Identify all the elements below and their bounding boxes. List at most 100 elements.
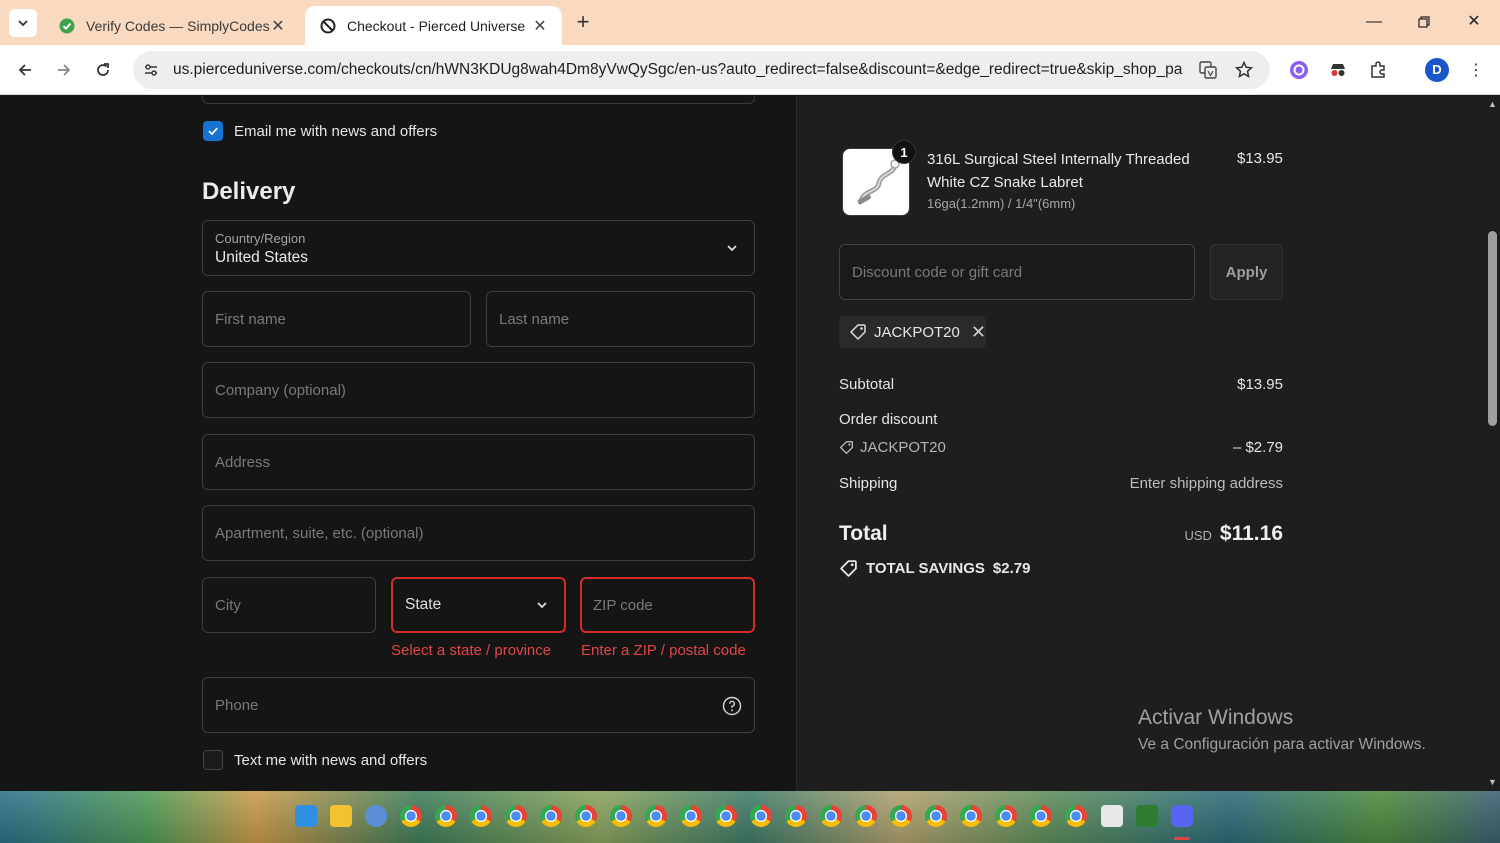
discount-code-row: JACKPOT20 xyxy=(839,439,946,456)
notepad-icon[interactable] xyxy=(1101,805,1123,827)
delivery-title: Delivery xyxy=(202,178,296,205)
windows-taskbar xyxy=(0,791,1500,843)
translate-icon[interactable] xyxy=(1198,60,1218,80)
tab-title: Verify Codes — SimplyCodes xyxy=(86,17,270,34)
profile-avatar[interactable]: D xyxy=(1425,58,1449,82)
discount-code-input[interactable]: Discount code or gift card xyxy=(839,244,1195,300)
country-label: Country/Region xyxy=(215,231,306,246)
extension-spy-icon[interactable] xyxy=(1325,57,1351,83)
chrome-icon[interactable] xyxy=(890,805,912,827)
zip-field[interactable]: ZIP code xyxy=(580,577,755,633)
bookmark-star-icon[interactable] xyxy=(1234,60,1254,80)
chrome-icon[interactable] xyxy=(505,805,527,827)
discount-code-text: JACKPOT20 xyxy=(860,439,946,456)
sms-optin-checkbox[interactable] xyxy=(203,750,223,770)
chrome-icon[interactable] xyxy=(785,805,807,827)
chrome-icon[interactable] xyxy=(610,805,632,827)
close-tab-icon[interactable]: ✕ xyxy=(532,16,548,36)
chrome-icon[interactable] xyxy=(715,805,737,827)
city-field[interactable]: City xyxy=(202,577,376,633)
sms-optin-row[interactable]: Text me with news and offers xyxy=(203,750,427,770)
chrome-icon[interactable] xyxy=(435,805,457,827)
page-scrollbar[interactable]: ▲ ▼ xyxy=(1485,96,1500,791)
email-optin-row[interactable]: Email me with news and offers xyxy=(203,121,437,141)
extensions-puzzle-icon[interactable] xyxy=(1365,57,1391,83)
total-savings-value: $2.79 xyxy=(992,560,1031,577)
tab-search-button[interactable] xyxy=(9,9,37,37)
subtotal-label: Subtotal xyxy=(839,376,895,393)
restore-icon xyxy=(1418,16,1430,28)
app-icon[interactable] xyxy=(365,805,387,827)
total-savings: TOTAL SAVINGS $2.79 xyxy=(839,559,1030,578)
back-button[interactable] xyxy=(12,57,38,83)
last-name-field[interactable]: Last name xyxy=(486,291,755,347)
applied-discount-code: JACKPOT20 xyxy=(874,323,960,341)
help-icon[interactable] xyxy=(722,696,742,716)
chrome-icon[interactable] xyxy=(645,805,667,827)
start-icon[interactable] xyxy=(295,805,317,827)
chrome-icon[interactable] xyxy=(1030,805,1052,827)
state-select[interactable]: State xyxy=(391,577,566,633)
url-text[interactable]: us.pierceduniverse.com/checkouts/cn/hWN3… xyxy=(173,61,1183,79)
forward-button[interactable] xyxy=(51,57,77,83)
scroll-down-arrow-icon[interactable]: ▼ xyxy=(1487,777,1498,787)
restore-button[interactable] xyxy=(1409,8,1439,36)
file-explorer-icon[interactable] xyxy=(330,805,352,827)
browser-menu-icon[interactable]: ⋮ xyxy=(1463,57,1489,83)
chrome-icon[interactable] xyxy=(925,805,947,827)
total-label: Total xyxy=(839,522,888,545)
scroll-up-arrow-icon[interactable]: ▲ xyxy=(1487,99,1498,109)
product-variant: 16ga(1.2mm) / 1/4"(6mm) xyxy=(927,196,1076,211)
active-app-indicator xyxy=(1174,837,1190,840)
product-price: $13.95 xyxy=(1237,150,1283,167)
discord-icon[interactable] xyxy=(1171,805,1193,827)
arrow-left-icon xyxy=(18,64,31,76)
email-optin-checkbox[interactable] xyxy=(203,121,223,141)
shipping-value: Enter shipping address xyxy=(1129,475,1283,492)
chrome-icon[interactable] xyxy=(470,805,492,827)
country-value: United States xyxy=(215,249,309,266)
close-window-button[interactable]: ✕ xyxy=(1459,8,1489,36)
country-select[interactable]: Country/Region United States xyxy=(202,220,755,276)
new-tab-button[interactable]: + xyxy=(571,11,595,35)
address-placeholder: Address xyxy=(215,454,271,471)
apply-discount-button[interactable]: Apply xyxy=(1210,244,1283,300)
chrome-icon[interactable] xyxy=(960,805,982,827)
site-info-icon[interactable] xyxy=(141,60,161,80)
tag-icon xyxy=(840,441,853,454)
app-icon[interactable] xyxy=(1136,805,1158,827)
checkout-form: Email me with news and offers Delivery C… xyxy=(0,96,797,791)
address-bar[interactable]: us.pierceduniverse.com/checkouts/cn/hWN3… xyxy=(133,51,1270,89)
tab-verify-codes[interactable]: Verify Codes — SimplyCodes ✕ xyxy=(44,6,300,45)
apartment-placeholder: Apartment, suite, etc. (optional) xyxy=(215,525,424,542)
chrome-icon[interactable] xyxy=(1065,805,1087,827)
tab-checkout[interactable]: Checkout - Pierced Universe ✕ xyxy=(305,6,562,45)
zip-error: Enter a ZIP / postal code xyxy=(581,642,746,659)
chrome-icon[interactable] xyxy=(995,805,1017,827)
chrome-icon[interactable] xyxy=(820,805,842,827)
extension-purple-icon[interactable] xyxy=(1286,57,1312,83)
chrome-icon[interactable] xyxy=(540,805,562,827)
first-name-field[interactable]: First name xyxy=(202,291,471,347)
minimize-button[interactable]: — xyxy=(1359,8,1389,36)
chrome-icon[interactable] xyxy=(750,805,772,827)
state-error: Select a state / province xyxy=(391,642,552,659)
close-tab-icon[interactable]: ✕ xyxy=(270,16,286,36)
phone-field[interactable]: Phone xyxy=(202,677,755,733)
address-field[interactable]: Address xyxy=(202,434,755,490)
scrollbar-thumb[interactable] xyxy=(1488,231,1497,426)
pierced-universe-icon xyxy=(319,17,337,35)
remove-discount-icon[interactable]: ✕ xyxy=(971,322,986,343)
company-field[interactable]: Company (optional) xyxy=(202,362,755,418)
subtotal-value: $13.95 xyxy=(1237,376,1283,393)
chrome-icon[interactable] xyxy=(680,805,702,827)
total-value: $11.16 xyxy=(1219,522,1283,545)
chrome-icon[interactable] xyxy=(855,805,877,827)
phone-placeholder: Phone xyxy=(215,697,259,714)
tab-strip: Verify Codes — SimplyCodes ✕ Checkout - … xyxy=(0,0,1500,45)
chrome-icon[interactable] xyxy=(400,805,422,827)
reload-button[interactable] xyxy=(90,57,116,83)
apartment-field[interactable]: Apartment, suite, etc. (optional) xyxy=(202,505,755,561)
email-optin-label: Email me with news and offers xyxy=(234,122,438,140)
chrome-icon[interactable] xyxy=(575,805,597,827)
